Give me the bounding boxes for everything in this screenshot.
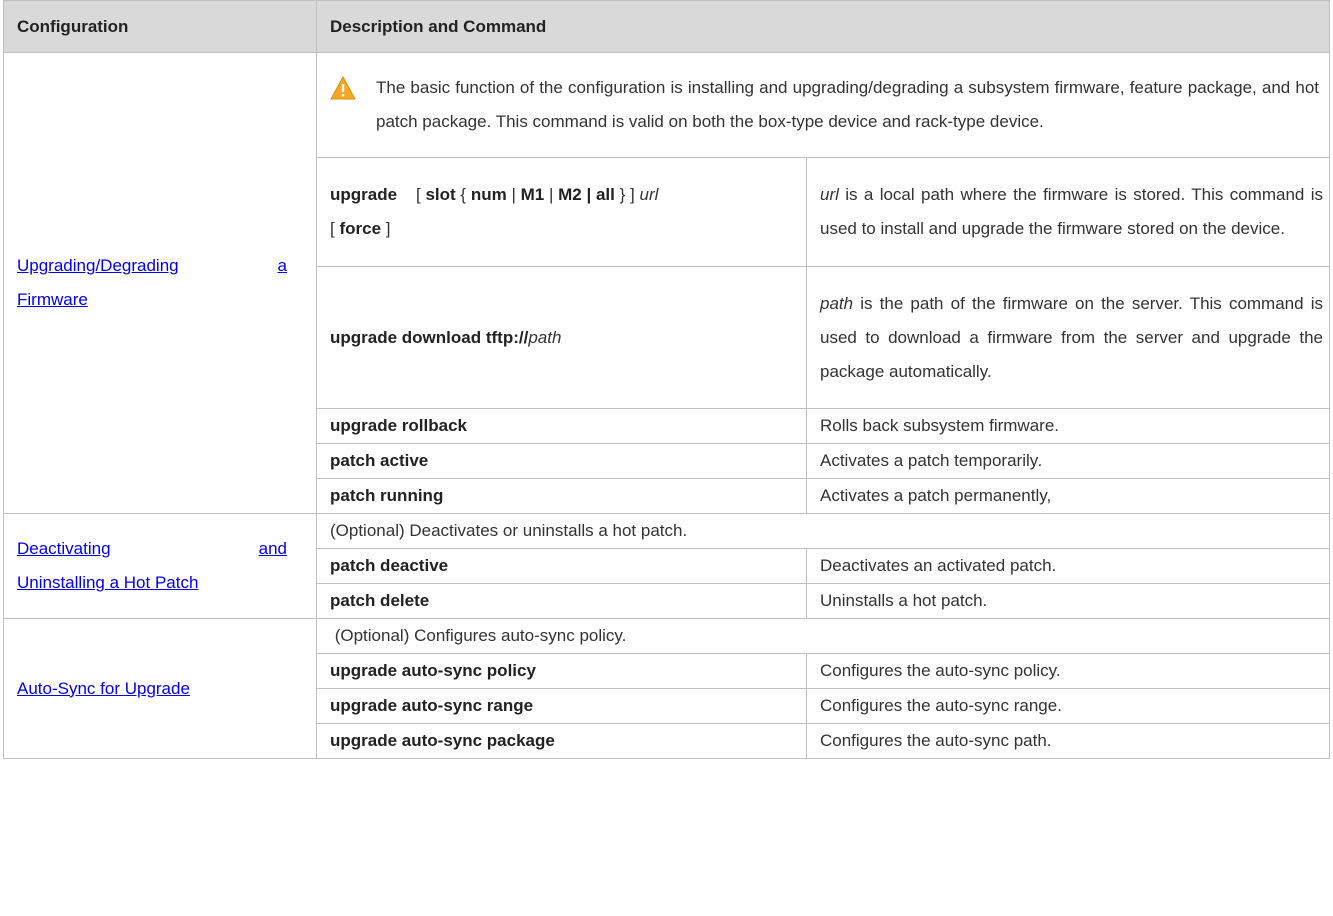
hotpatch-config-cell: Deactivating and Uninstalling a Hot Patc… [3,513,317,619]
description-auto-sync-policy: Configures the auto-sync policy. [806,653,1330,689]
link-text-word1: Deactivating [17,539,111,558]
command-patch-running: patch running [316,478,807,514]
description-patch-running: Activates a patch permanently, [806,478,1330,514]
description-patch-delete: Uninstalls a hot patch. [806,583,1330,619]
header-description: Description and Command [316,0,1330,53]
description-upgrade: url is a local path where the firmware i… [806,157,1330,267]
autosync-config-cell: Auto-Sync for Upgrade [3,618,317,759]
link-text-line2: Firmware [17,290,88,309]
hotpatch-optional-text: (Optional) Deactivates or uninstalls a h… [316,513,1330,549]
description-auto-sync-range: Configures the auto-sync range. [806,688,1330,724]
autosync-optional-text: (Optional) Configures auto-sync policy. [316,618,1330,654]
description-patch-active: Activates a patch temporarily. [806,443,1330,479]
command-patch-delete: patch delete [316,583,807,619]
upgrading-firmware-link[interactable]: Upgrading/Degrading a Firmware [17,249,310,317]
command-auto-sync-range: upgrade auto-sync range [316,688,807,724]
link-text-a: a [277,256,287,275]
link-text-line1: Upgrading/Degrading [17,256,179,275]
hotpatch-optional-row: Deactivating and Uninstalling a Hot Patc… [3,513,1330,619]
description-patch-deactive: Deactivates an activated patch. [806,548,1330,584]
command-download: upgrade download tftp://path [316,266,807,409]
header-configuration: Configuration [3,0,317,53]
link-text-line2: Uninstalling a Hot Patch [17,573,199,592]
command-auto-sync-policy: upgrade auto-sync policy [316,653,807,689]
command-upgrade: upgrade [ slot { num | M1 | M2 | all } ]… [316,157,807,267]
command-rollback: upgrade rollback [316,408,807,444]
firmware-note-text: The basic function of the configuration … [376,78,1319,131]
warning-icon [330,76,356,100]
description-rollback: Rolls back subsystem firmware. [806,408,1330,444]
description-download: path is the path of the firmware on the … [806,266,1330,409]
command-patch-deactive: patch deactive [316,548,807,584]
firmware-note-cell: The basic function of the configuration … [316,52,1330,158]
command-auto-sync-package: upgrade auto-sync package [316,723,807,759]
configuration-table: Configuration Description and Command Up… [3,0,1330,759]
deactivating-hot-patch-link[interactable]: Deactivating and Uninstalling a Hot Patc… [17,532,310,600]
firmware-config-cell: Upgrading/Degrading a Firmware [3,52,317,514]
link-text-word2: and [258,539,287,558]
description-auto-sync-package: Configures the auto-sync path. [806,723,1330,759]
command-patch-active: patch active [316,443,807,479]
table-header-row: Configuration Description and Command [3,0,1330,53]
auto-sync-upgrade-link[interactable]: Auto-Sync for Upgrade [17,679,190,698]
autosync-optional-row: Auto-Sync for Upgrade (Optional) Configu… [3,618,1330,759]
firmware-note-row: Upgrading/Degrading a Firmware The basic… [3,52,1330,514]
